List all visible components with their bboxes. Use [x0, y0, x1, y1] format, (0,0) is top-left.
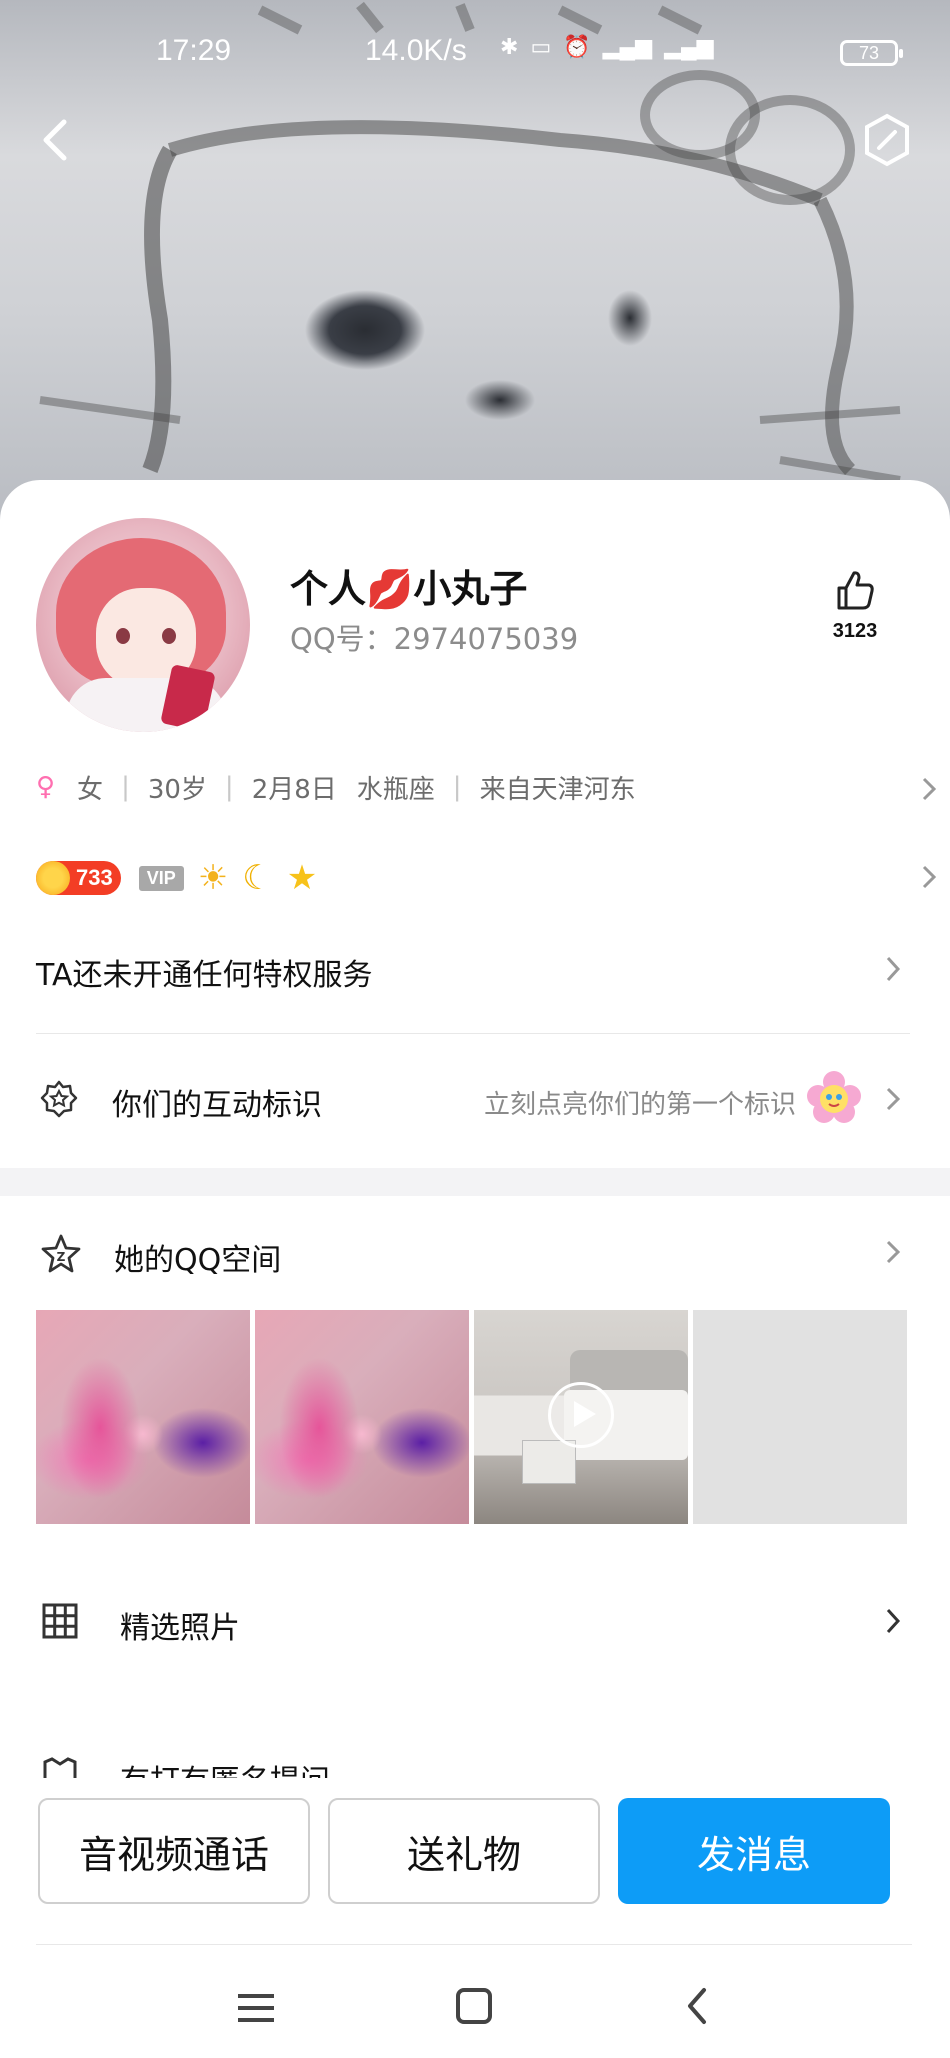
chevron-right-icon — [886, 1608, 901, 1634]
location-text: 来自天津河东 — [479, 774, 636, 805]
network-speed: 14.0K/s — [365, 34, 467, 67]
like-button[interactable]: 3123 — [820, 568, 890, 643]
interaction-mark-row[interactable]: 你们的互动标识 立刻点亮你们的第一个标识 — [36, 1070, 916, 1130]
signal-icon-2: ▂▄▆ — [664, 34, 714, 59]
avatar[interactable] — [36, 518, 250, 732]
interaction-label: 你们的互动标识 — [112, 1088, 322, 1123]
svg-text:Z: Z — [57, 1250, 66, 1264]
nav-back-icon[interactable] — [682, 1986, 712, 2026]
chevron-right-icon — [922, 865, 937, 889]
basic-info-row[interactable]: ♀ 女 | 30岁 | 2月8日 水瓶座 | 来自天津河东 — [36, 762, 937, 812]
badge-star-icon — [40, 1080, 78, 1118]
home-icon[interactable] — [456, 1988, 492, 2024]
alarm-icon: ⏰ — [563, 34, 591, 59]
vibrate-icon: ▭ — [530, 34, 552, 59]
status-icons: ✱ ▭ ⏰ ▂▄▆ ▂▄▆ — [500, 34, 714, 60]
qq-number: QQ号：2974075039 — [290, 622, 579, 656]
section-separator — [0, 1168, 950, 1196]
age-text: 30岁 — [147, 774, 207, 805]
like-count: 3123 — [832, 620, 878, 642]
status-time: 17:29 — [156, 34, 232, 67]
bluetooth-icon: ✱ — [500, 34, 519, 59]
hexagon-settings-icon[interactable] — [862, 112, 912, 168]
featured-photos-row[interactable]: 精选照片 — [36, 1593, 916, 1653]
qzone-star-icon: Z — [41, 1234, 81, 1273]
featured-photos-label: 精选照片 — [120, 1611, 240, 1646]
thumbs-up-icon — [837, 571, 874, 610]
qzone-photos — [36, 1310, 910, 1524]
chevron-right-icon — [886, 956, 901, 982]
back-arrow-icon[interactable] — [30, 110, 80, 170]
anonymous-question-label: 有打有匿名提问 — [120, 1756, 330, 1778]
play-icon — [548, 1382, 614, 1448]
level-badge: 733 — [36, 861, 121, 895]
badges-row[interactable]: 733 VIP ☀ ☾ ★ — [36, 848, 937, 908]
anonymous-question-row[interactable]: 有打有匿名提问 — [36, 1748, 916, 1778]
vip-badge: VIP — [138, 865, 184, 891]
divider — [36, 1944, 912, 1945]
action-bar: 音视频通话 送礼物 发消息 — [0, 1798, 950, 1908]
qzone-video[interactable] — [474, 1310, 688, 1524]
menu-icon[interactable] — [236, 1990, 276, 2026]
send-gift-button[interactable]: 送礼物 — [328, 1798, 600, 1904]
chevron-right-icon — [886, 1240, 901, 1264]
female-icon: ♀ — [36, 772, 56, 802]
privilege-text[interactable]: TA还未开通任何特权服务 — [36, 950, 373, 994]
qzone-row[interactable]: Z 她的QQ空间 — [36, 1225, 916, 1285]
system-nav-bar — [0, 1960, 950, 2058]
qzone-photo[interactable] — [255, 1310, 469, 1524]
birthday-text: 2月8日 — [251, 774, 337, 805]
send-message-button[interactable]: 发消息 — [618, 1798, 890, 1904]
qzone-label: 她的QQ空间 — [114, 1243, 282, 1278]
mask-icon — [43, 1757, 77, 1778]
grid-icon — [42, 1603, 78, 1639]
star-icon: ★ — [286, 858, 318, 898]
voice-video-call-button[interactable]: 音视频通话 — [38, 1798, 310, 1904]
moon-icon: ☾ — [242, 858, 273, 898]
status-bar: 17:29 14.0K/s ✱ ▭ ⏰ ▂▄▆ ▂▄▆ 73 — [0, 30, 950, 80]
battery-icon: 73 — [840, 40, 903, 66]
divider — [36, 1033, 910, 1034]
profile-name: 个人💋小丸子 — [290, 567, 528, 611]
level-coin-icon — [36, 861, 70, 895]
zodiac-text: 水瓶座 — [356, 774, 435, 805]
interaction-hint: 立刻点亮你们的第一个标识 — [483, 1090, 796, 1120]
qzone-photo[interactable] — [36, 1310, 250, 1524]
signal-icon: ▂▄▆ — [602, 34, 653, 59]
chevron-right-icon — [886, 1087, 901, 1111]
gender-text: 女 — [77, 774, 104, 805]
flower-mascot-icon — [807, 1071, 861, 1123]
sun-icon: ☀ — [197, 858, 229, 898]
cover-image[interactable]: 17:29 14.0K/s ✱ ▭ ⏰ ▂▄▆ ▂▄▆ 73 — [0, 0, 950, 520]
qzone-photo[interactable] — [693, 1310, 907, 1524]
chevron-right-icon — [922, 777, 937, 801]
